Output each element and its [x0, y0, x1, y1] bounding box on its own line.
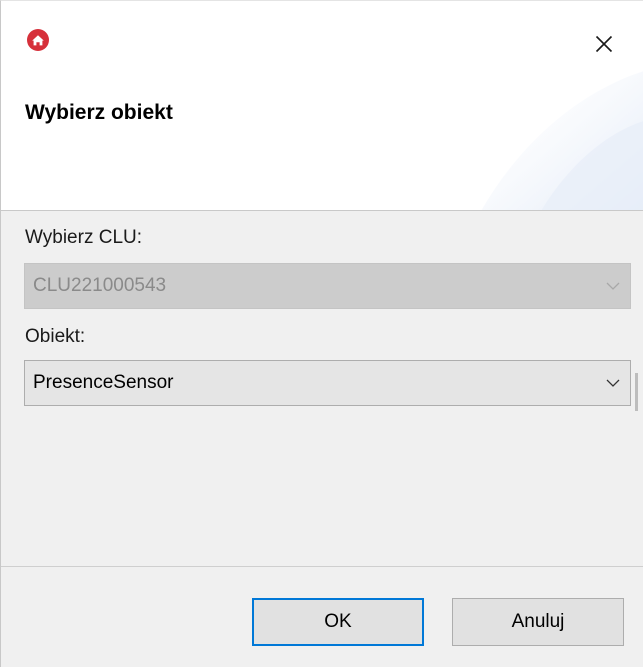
title-bar [1, 1, 643, 61]
ok-button[interactable]: OK [252, 598, 424, 646]
select-object-dialog: Wybierz obiekt Wybierz CLU: CLU221000543… [0, 0, 643, 667]
cancel-button[interactable]: Anuluj [452, 598, 624, 646]
clu-select[interactable]: CLU221000543 [24, 263, 631, 309]
object-select-value: PresenceSensor [33, 372, 174, 393]
divider [1, 566, 643, 567]
chevron-down-icon [596, 264, 630, 308]
scroll-edge [635, 373, 638, 411]
page-title: Wybierz obiekt [25, 101, 173, 124]
banner-decoration [481, 71, 643, 210]
chevron-down-icon [596, 361, 630, 405]
close-button[interactable] [589, 29, 619, 59]
home-icon [26, 28, 50, 52]
clu-label: Wybierz CLU: [25, 227, 143, 248]
object-label: Obiekt: [25, 326, 86, 347]
close-icon [595, 35, 613, 53]
header-banner: Wybierz obiekt [1, 61, 643, 211]
object-select[interactable]: PresenceSensor [24, 360, 631, 406]
clu-select-value: CLU221000543 [33, 275, 167, 296]
